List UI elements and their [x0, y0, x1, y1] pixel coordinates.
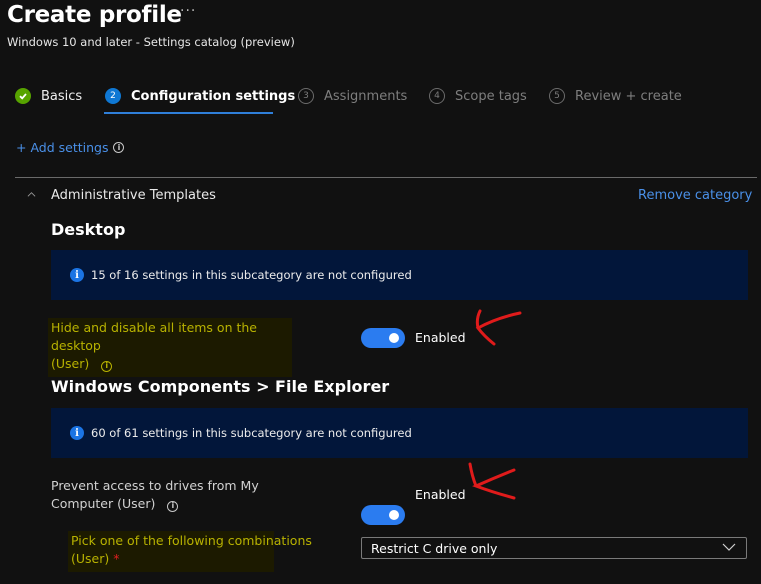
- info-icon[interactable]: i: [113, 142, 125, 153]
- setting-label-line: (User): [71, 551, 110, 566]
- required-marker: *: [113, 551, 120, 566]
- combination-dropdown[interactable]: Restrict C drive only: [361, 537, 747, 559]
- setting-label: Prevent access to drives from My Compute…: [51, 477, 259, 513]
- step-number-badge: 4: [429, 88, 445, 104]
- setting-label: Hide and disable all items on the deskto…: [48, 318, 292, 377]
- more-options-icon[interactable]: ···: [180, 3, 196, 19]
- toggle-state-label: Enabled: [415, 330, 466, 345]
- info-icon: i: [70, 268, 84, 282]
- active-tab-indicator: [104, 112, 273, 114]
- subcategory-title: Windows Components > File Explorer: [51, 377, 390, 396]
- info-icon[interactable]: i: [101, 360, 113, 372]
- info-banner: i 60 of 61 settings in this subcategory …: [51, 408, 748, 458]
- toggle-state-label: Enabled: [415, 487, 466, 502]
- tab-label: Review + create: [575, 88, 682, 104]
- chevron-up-icon[interactable]: [27, 190, 36, 199]
- setting-label-line: Pick one of the following combinations: [71, 533, 312, 548]
- setting-label-line: (User): [51, 356, 90, 371]
- remove-category-link[interactable]: Remove category: [638, 188, 752, 203]
- step-number-badge: 5: [549, 88, 565, 104]
- add-settings-link[interactable]: + Add settings i: [16, 140, 125, 155]
- banner-text: 60 of 61 settings in this subcategory ar…: [91, 426, 412, 440]
- tab-assignments[interactable]: 3 Assignments: [298, 88, 407, 104]
- add-settings-label: + Add settings: [16, 140, 109, 155]
- setting-label-line: Computer (User): [51, 496, 156, 511]
- tab-basics[interactable]: Basics: [15, 88, 82, 104]
- info-icon[interactable]: i: [167, 500, 179, 512]
- step-number-badge: 3: [298, 88, 314, 104]
- checkmark-icon: [15, 88, 31, 104]
- setting-label-line: Prevent access to drives from My: [51, 478, 259, 493]
- tab-scope-tags[interactable]: 4 Scope tags: [429, 88, 527, 104]
- category-title: Administrative Templates: [51, 188, 216, 203]
- tab-label: Basics: [41, 88, 83, 104]
- divider: [15, 177, 757, 178]
- toggle-knob: [389, 333, 399, 343]
- subcategory-title: Desktop: [51, 220, 126, 239]
- tab-configuration-settings[interactable]: 2 Configuration settings: [105, 88, 295, 104]
- info-banner: i 15 of 16 settings in this subcategory …: [51, 250, 748, 300]
- toggle-switch[interactable]: [361, 328, 405, 348]
- step-number-badge: 2: [105, 88, 121, 104]
- annotation-arrow-icon: [475, 309, 522, 346]
- tab-label: Configuration settings: [131, 88, 296, 104]
- dropdown-value: Restrict C drive only: [371, 540, 498, 556]
- chevron-down-icon: [722, 543, 736, 551]
- tab-review-create[interactable]: 5 Review + create: [549, 88, 682, 104]
- page-title: Create profile: [7, 2, 182, 28]
- banner-text: 15 of 16 settings in this subcategory ar…: [91, 268, 412, 282]
- toggle-switch[interactable]: [361, 505, 405, 525]
- page-subtitle: Windows 10 and later - Settings catalog …: [7, 35, 295, 49]
- child-setting-label: Pick one of the following combinations (…: [68, 531, 312, 572]
- annotation-arrow-icon: [468, 462, 516, 500]
- tab-label: Assignments: [324, 88, 408, 104]
- setting-label-line: Hide and disable all items on the deskto…: [51, 320, 257, 353]
- info-icon: i: [70, 426, 84, 440]
- toggle-knob: [389, 510, 399, 520]
- tab-label: Scope tags: [455, 88, 527, 104]
